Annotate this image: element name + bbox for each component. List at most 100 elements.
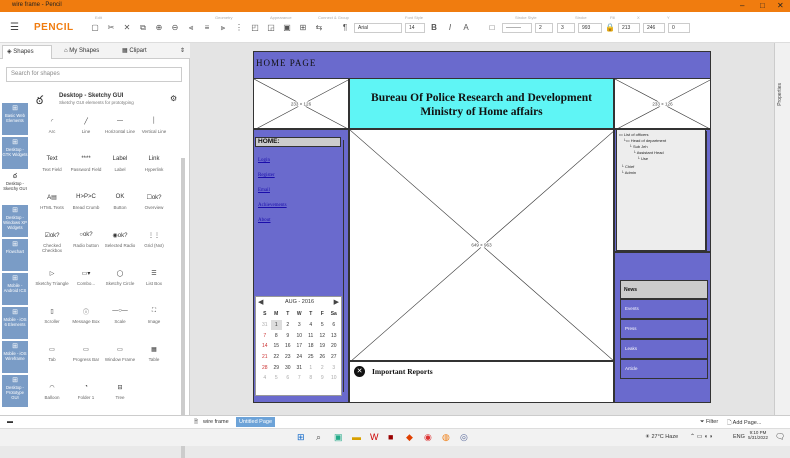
align-left-icon[interactable]: ⫷ (184, 22, 198, 34)
calendar-day[interactable]: 4 (305, 320, 317, 331)
link-achievements[interactable]: Achievements (258, 203, 287, 208)
calendar-day[interactable]: 7 (294, 373, 306, 384)
tab-shapes[interactable]: ◈ Shapes (2, 45, 52, 59)
shape-item[interactable]: OK Button (103, 189, 137, 221)
link-register[interactable]: Register (258, 173, 275, 178)
list-item-events[interactable]: Events (620, 299, 708, 319)
shape-item[interactable]: ▦ Table (137, 341, 171, 373)
image-placeholder-right[interactable]: 233 × 126 (614, 78, 711, 129)
calendar-day[interactable]: 23 (282, 352, 294, 363)
shapes-scrollbar[interactable] (181, 158, 185, 458)
distribute-icon[interactable]: ⋮ (232, 22, 246, 34)
delete-icon[interactable]: ✕ (120, 22, 134, 34)
tree-scrollbar[interactable] (706, 131, 710, 251)
next-month-icon[interactable]: ▶ (334, 298, 339, 306)
list-item-press[interactable]: Press (620, 319, 708, 339)
title-banner[interactable]: Bureau Of Police Research and Developmen… (349, 78, 614, 129)
calendar-day[interactable]: 5 (271, 373, 283, 384)
page-tab-untitled[interactable]: Untitled Page (236, 417, 276, 427)
calendar-day[interactable]: 12 (317, 330, 329, 341)
shape-item[interactable]: Link Hyperlink (137, 151, 171, 183)
lock-icon[interactable]: 🔒 (603, 22, 617, 34)
font-family-select[interactable]: Arial (354, 23, 402, 33)
y-field[interactable]: 246 (643, 23, 665, 33)
calendar-day[interactable]: 27 (328, 352, 340, 363)
category-item[interactable]: ⊞ Flowchart (2, 239, 28, 271)
nav-scrollbar[interactable] (343, 140, 347, 392)
tab-clipart[interactable]: ▦ Clipart (118, 45, 168, 59)
calendar-day[interactable]: 1 (305, 362, 317, 373)
properties-side-tab[interactable]: Properties (774, 43, 790, 415)
collapse-icon[interactable]: ▬ (7, 419, 13, 425)
calendar-day[interactable]: 1 (270, 319, 282, 331)
align-right-icon[interactable]: ⫸ (216, 22, 230, 34)
shape-item[interactable]: — Horizontal Line (103, 113, 137, 145)
calendar-day[interactable]: 2 (317, 362, 329, 373)
shape-item[interactable]: ⓘ Message Box (69, 303, 103, 335)
list-item-article[interactable]: Article (620, 359, 708, 379)
category-item[interactable]: ⊞ Desktop - Windows XP Widgets (2, 205, 28, 237)
calendar-day[interactable]: 22 (271, 352, 283, 363)
pin-icon[interactable]: ⇕ (176, 45, 188, 59)
italic-button[interactable]: I (443, 22, 457, 34)
settings-icon[interactable]: ⚙ (170, 94, 177, 103)
tree-item[interactable]: └ Sub Jeh (629, 144, 648, 150)
shape-item[interactable]: ◉ok? Selected Radio (103, 227, 137, 259)
calendar-day[interactable]: 31 (294, 362, 306, 373)
language-indicator[interactable]: ENG (733, 434, 745, 440)
shape-item[interactable]: ╱ Line (69, 113, 103, 145)
tree-item[interactable]: └ Use (637, 156, 648, 162)
x-field[interactable]: 213 (618, 23, 640, 33)
rotation-field[interactable]: 0 (668, 23, 690, 33)
list-item-leaks[interactable]: Leaks (620, 339, 708, 359)
important-reports-panel[interactable]: ✕ Important Reports (349, 361, 614, 403)
stroke-width-field[interactable]: 2 (535, 23, 553, 33)
category-item[interactable]: ఠ Desktop - Sketchy GUI (2, 171, 28, 203)
calendar-day[interactable]: 11 (305, 330, 317, 341)
group-icon[interactable]: ▣ (280, 22, 294, 34)
chrome-icon[interactable]: ◉ (424, 432, 432, 443)
calendar-day[interactable]: 6 (282, 373, 294, 384)
tree-item[interactable]: └ Assistant Head (633, 150, 664, 156)
back-icon[interactable]: ◲ (264, 22, 278, 34)
word-icon[interactable]: W (370, 432, 379, 442)
close-circle-icon[interactable]: ✕ (354, 366, 365, 377)
calendar-day[interactable]: 17 (294, 341, 306, 352)
search-input[interactable]: Search for shapes (6, 67, 182, 82)
font-size-field[interactable]: 14 (405, 23, 425, 33)
page-list-icon[interactable]: 🗎 (194, 419, 198, 427)
calendar-day[interactable]: 19 (317, 341, 329, 352)
category-item[interactable]: ⊞ Basic Web Elements (2, 103, 28, 135)
shape-item[interactable]: ◔ Folder 1 (69, 379, 103, 411)
shape-item[interactable]: ◯ Sketchy Circle (103, 265, 137, 297)
add-page-button[interactable]: 🗋 Add Page... (727, 419, 761, 428)
calendar-day[interactable]: 25 (305, 352, 317, 363)
tree-item[interactable]: └▭ Head of department (623, 138, 666, 144)
zoom-out-icon[interactable]: ⊖ (168, 22, 182, 34)
shape-item[interactable]: ◜ Arc (35, 113, 69, 145)
align-center-icon[interactable]: ≡ (200, 22, 214, 34)
weather-widget[interactable]: ☀ 27°C Haze (645, 434, 678, 440)
shape-item[interactable]: **** Password Field (69, 151, 103, 183)
windows-icon[interactable]: ⊞ (297, 432, 305, 443)
close-button[interactable]: ✕ (777, 1, 784, 10)
shape-item[interactable]: ○ok? Radio button (69, 227, 103, 259)
calendar-day[interactable]: 10 (294, 330, 306, 341)
shape-item[interactable]: Text Text Field (35, 151, 69, 183)
calendar-day[interactable]: 3 (294, 320, 306, 331)
app-icon[interactable]: ■ (388, 432, 393, 442)
filter-button[interactable]: ⏷ Filter (700, 419, 718, 426)
new-page-icon[interactable]: ▢ (88, 22, 102, 34)
shape-item[interactable]: ▭ Tab (35, 341, 69, 373)
clock[interactable]: 9:10 PM 5/31/2022 (748, 430, 768, 440)
paint-icon[interactable]: ¶ (338, 22, 352, 34)
fill-box-icon[interactable]: □ (485, 22, 499, 34)
calendar-day[interactable]: 21 (259, 352, 271, 363)
calendar-day[interactable]: 10 (328, 373, 340, 384)
ungroup-icon[interactable]: ⊞ (296, 22, 310, 34)
calendar-day[interactable]: 4 (259, 373, 271, 384)
front-icon[interactable]: ◰ (248, 22, 262, 34)
calendar-day[interactable]: 20 (328, 341, 340, 352)
shape-item[interactable]: —○— Scale (103, 303, 137, 335)
brave-icon[interactable]: ◆ (406, 432, 413, 443)
